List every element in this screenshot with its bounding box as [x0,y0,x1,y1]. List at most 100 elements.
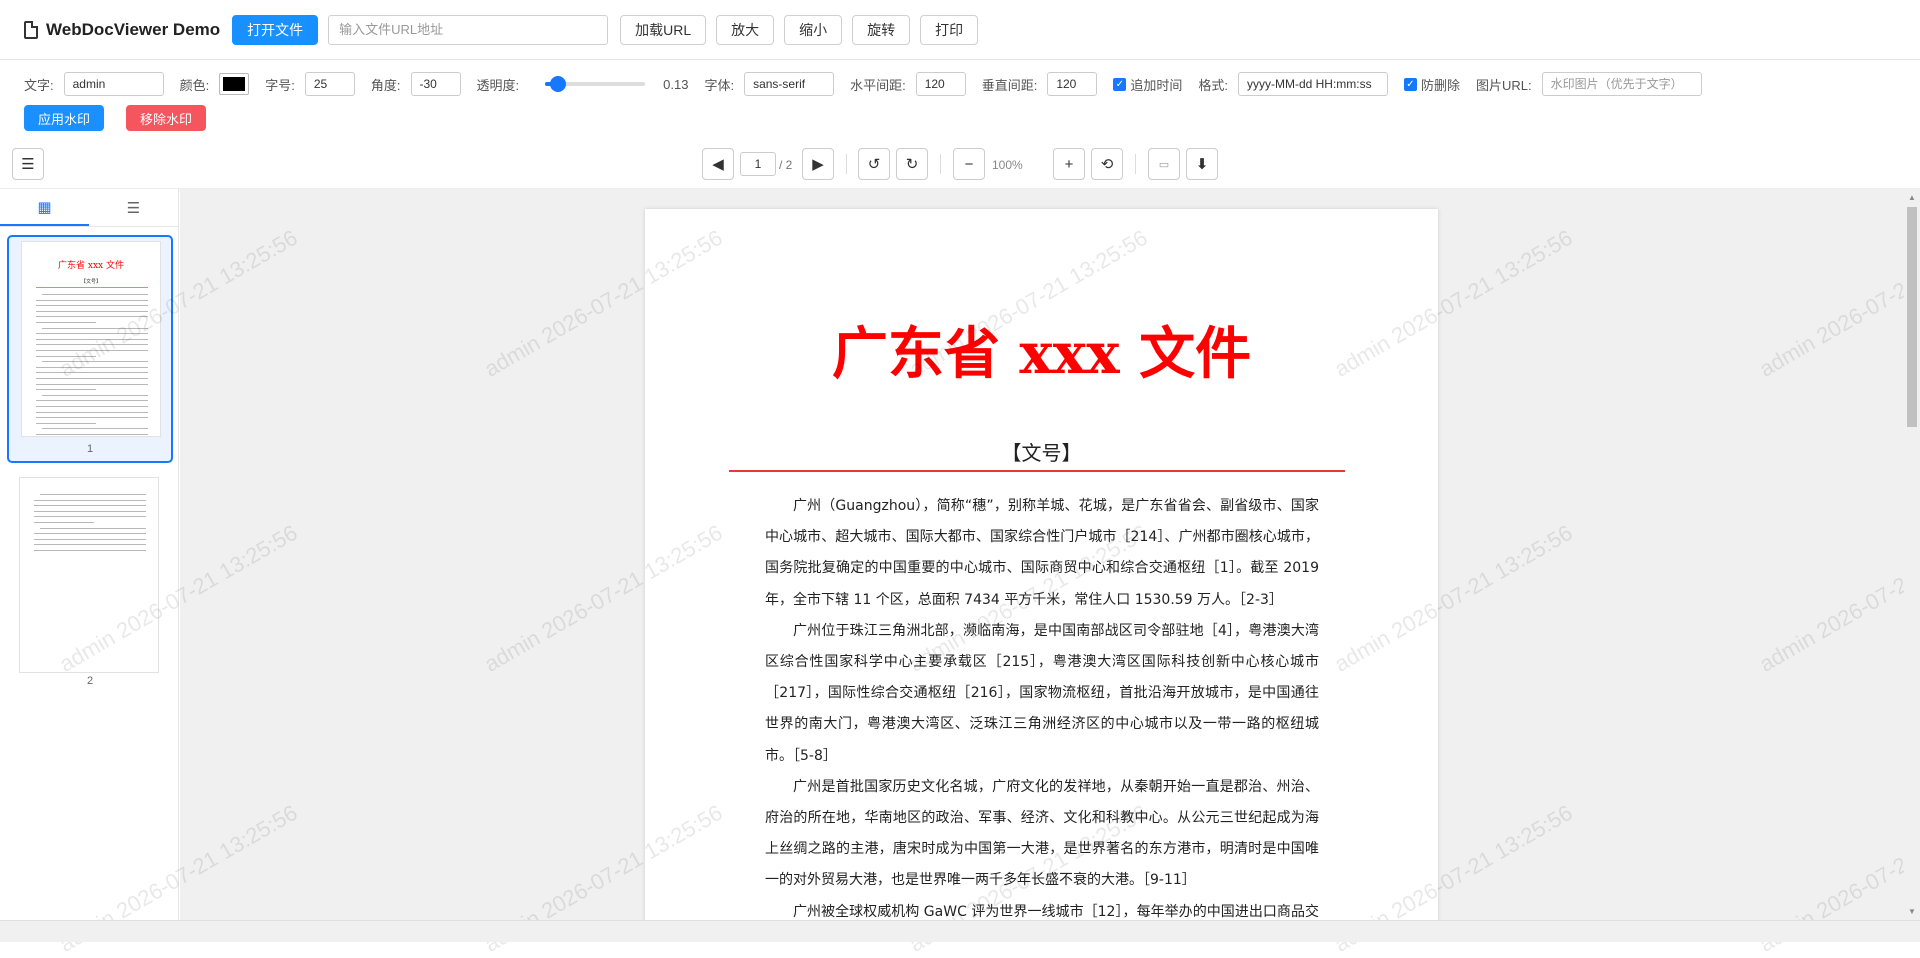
prev-page-button[interactable]: ◀ [702,148,734,180]
thumbnail-text-line [36,322,96,323]
document-viewport[interactable]: 广东省 xxx 文件 【文号】 广州（Guangzhou），简称“穗”，别称羊城… [180,189,1904,920]
scroll-down-icon[interactable]: ▼ [1908,907,1916,916]
document-body: 广州（Guangzhou），简称“穗”，别称羊城、花城，是广东省省会、副省级市、… [765,491,1319,920]
wm-size-label: 字号: [265,77,295,93]
print-icon: ▭ [1158,158,1170,171]
load-url-button[interactable]: 加载URL [620,14,707,45]
thumbnail-text-line [42,394,148,396]
thumbnail-text-line [36,338,148,340]
thumbnail-text-line [34,538,146,540]
color-swatch [223,77,246,91]
zoom-in-button[interactable]: 放大 [716,14,775,45]
tab-thumbnails[interactable]: ▦ [0,189,89,226]
wm-size-input[interactable] [304,72,355,96]
wm-text-label: 文字: [24,77,54,93]
scrollbar-thumb[interactable] [1907,207,1917,427]
thumbnail-title: 广东省 xxx 文件 [58,261,124,271]
wm-opacity-value: 0.13 [663,76,689,92]
viewer-toolbar: ☰ ◀ 1 / 2 ▶ ↺ ↻ − 100% + ⟲ ▭ ⬇ [0,145,1920,189]
thumbnail-text-line [34,544,146,546]
rotate-ccw-button[interactable]: ↺ [858,148,890,180]
next-page-button[interactable]: ▶ [802,148,834,180]
zoom-out-button[interactable]: 缩小 [784,14,843,45]
append-time-label: 追加时间 [1130,77,1183,93]
toolbar-divider [940,154,941,174]
thumbnail-text-line [34,533,146,535]
thumbnail-text-line [36,400,148,402]
zoom-in-icon: + [1064,155,1074,173]
apply-watermark-button[interactable]: 应用水印 [24,105,105,131]
document-icon [24,20,38,39]
zoom-in-tool-button[interactable]: + [1053,148,1085,180]
thumbnail-label: 1 [86,443,94,455]
paragraph: 广州位于珠江三角洲北部，濒临南海，是中国南部战区司令部驻地［4］，粤港澳大湾区综… [765,622,1319,764]
app-title: WebDocViewer Demo [46,19,221,39]
wm-font-input[interactable] [744,72,835,96]
thumbnail-text-line [36,389,96,391]
scroll-up-icon[interactable]: ▲ [1908,193,1916,202]
remove-watermark-button[interactable]: 移除水印 [126,105,207,131]
wm-color-picker[interactable] [219,73,250,95]
reset-zoom-button[interactable]: ⟲ [1091,148,1123,180]
thumbnail-text-line [36,299,148,301]
thumbnail-text-line [36,305,148,307]
zoom-out-icon: − [964,155,974,173]
thumbnail-text-line [36,406,148,407]
thumbnail-text-line [42,428,148,430]
thumbnail-text-line [36,344,148,346]
wm-h-spacing-input[interactable] [915,72,966,96]
thumbnail-text-line [36,372,148,374]
menu-button[interactable]: ☰ [12,148,44,180]
reset-zoom-icon: ⟲ [1100,156,1114,173]
thumbnail-page-1[interactable]: 广东省 xxx 文件 【文号】 1 [7,235,173,463]
wm-angle-input[interactable] [410,72,461,96]
wm-format-label: 格式: [1198,77,1228,93]
thumbnail-text-line [36,333,148,335]
wm-image-url-label: 图片URL: [1475,77,1532,93]
wm-v-spacing-input[interactable] [1047,72,1098,96]
thumbnail-text-line [34,522,94,523]
thumbnail-text-line [34,505,146,507]
slider-thumb[interactable] [550,76,567,92]
paragraph: 广州被全球权威机构 GaWC 评为世界一线城市［12］，每年举办的中国进出口商品… [793,903,1319,920]
thumbnails-icon: ▦ [37,198,52,216]
rotate-cw-button[interactable]: ↻ [896,148,928,180]
url-input[interactable] [328,14,609,45]
toolbar-divider [1135,154,1136,174]
rotate-button[interactable]: 旋转 [852,14,911,45]
thumbnail-text-line [34,499,146,501]
wm-opacity-slider[interactable] [545,76,646,92]
sidebar: ▦ ☰ 广东省 xxx 文件 【文号】 1 2 [0,189,179,942]
horizontal-scrollbar[interactable] [0,920,1920,942]
document-page: 广东省 xxx 文件 【文号】 广州（Guangzhou），简称“穗”，别称羊城… [645,209,1438,920]
append-time-checkbox[interactable]: ✓ [1113,77,1127,91]
document-number: 【文号】 [1001,441,1082,465]
tab-outline[interactable]: ☰ [89,189,178,226]
thumbnail-page-2[interactable]: 2 [7,475,173,695]
download-button[interactable]: ⬇ [1186,148,1218,180]
paragraph: 广州（Guangzhou），简称“穗”，别称羊城、花城，是广东省省会、副省级市、… [765,498,1319,608]
print-tool-button[interactable]: ▭ [1148,148,1180,180]
thumbnail-image [19,477,159,673]
print-button[interactable]: 打印 [920,14,979,45]
anti-remove-checkbox[interactable]: ✓ [1403,77,1417,91]
thumbnail-text-line [42,327,148,329]
wm-format-input[interactable] [1237,72,1388,96]
thumbnail-label: 2 [86,675,94,687]
page-number-input[interactable]: 1 [740,152,776,176]
zoom-out-tool-button[interactable]: − [953,148,985,180]
thumbnail-text-line [36,310,148,312]
thumbnail-text-line [36,422,96,424]
prev-page-icon: ◀ [712,156,724,173]
rotate-ccw-icon: ↺ [867,156,881,173]
outline-icon: ☰ [126,199,141,217]
wm-image-url-input[interactable] [1541,72,1702,96]
vertical-scrollbar[interactable]: ▲ ▼ [1904,189,1920,920]
thumbnail-text-line [36,411,148,413]
open-file-button[interactable]: 打开文件 [232,14,319,45]
red-divider [729,470,1345,472]
wm-text-input[interactable] [63,72,164,96]
thumbnail-text-line [36,383,148,385]
wm-angle-label: 角度: [370,77,401,93]
top-bar: WebDocViewer Demo 打开文件 加载URL 放大 缩小 旋转 打印 [0,0,1920,60]
